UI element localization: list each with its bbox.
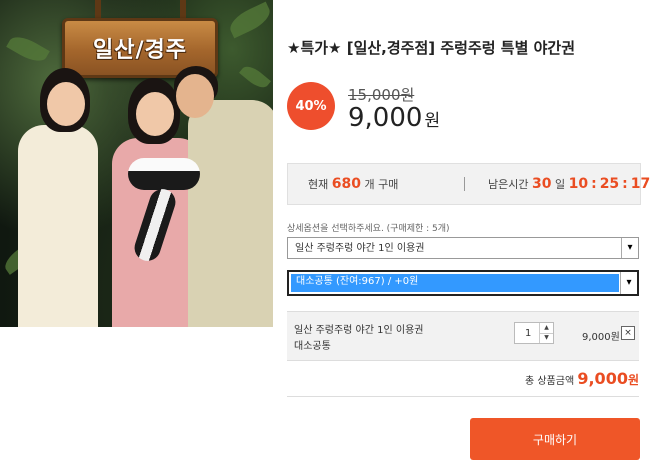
discount-badge: 40% (287, 82, 335, 130)
skunk-figure (128, 158, 200, 190)
deal-status-bar: 현재 680 개 구매 남은시간 30 일 10:25:17 (287, 163, 650, 205)
section-divider (287, 396, 639, 397)
total-label: 총 상품금액 (524, 376, 575, 387)
total-amount: 9,000 (577, 369, 628, 388)
product-title: ★특가★ [일산,경주점] 주렁주렁 특별 야간권 (287, 39, 575, 57)
status-divider (464, 177, 465, 191)
countdown-sep: : (622, 176, 628, 192)
cart-item-name: 일산 주렁주렁 야간 1인 이용권 (294, 325, 424, 336)
countdown-seconds: 17 (630, 176, 650, 192)
purchase-count-suffix: 개 구매 (364, 178, 399, 191)
age-option-value: 대소공통 (잔여:967) / +0원 (291, 274, 619, 292)
countdown-sep: : (591, 176, 597, 192)
sale-price-unit: 원 (424, 111, 441, 131)
countdown-days: 30 (531, 176, 552, 192)
option-hint: 상세옵션을 선택하주세요. (구매제한 : 5개) (287, 224, 450, 234)
chevron-down-icon[interactable]: ▾ (620, 272, 637, 294)
countdown-label: 남은시간 (488, 178, 529, 191)
quantity-value[interactable]: 1 (525, 328, 531, 339)
cart-item-price: 9,000원 (582, 332, 620, 343)
buy-button[interactable]: 구매하기 (470, 418, 640, 460)
countdown-minutes: 25 (599, 176, 620, 192)
ticket-type-select[interactable]: 일산 주렁주렁 야간 1인 이용권 ▾ (287, 237, 639, 259)
total-unit: 원 (627, 373, 639, 387)
countdown-days-unit: 일 (554, 178, 566, 191)
sale-price: 9,000 원 (348, 103, 440, 133)
sale-price-value: 9,000 (348, 103, 423, 133)
close-icon[interactable]: × (621, 326, 635, 340)
countdown-hours: 10 (568, 176, 589, 192)
purchase-count-value: 680 (331, 176, 361, 192)
quantity-stepper[interactable]: 1 ▲ ▼ (514, 322, 554, 344)
cart-item-option: 대소공통 (294, 341, 331, 352)
product-image: 일산/경주 (0, 0, 273, 327)
decrement-icon[interactable]: ▼ (539, 333, 553, 343)
total-price: 총 상품금액 9,000원 (525, 369, 639, 388)
countdown-timer: 남은시간 30 일 10:25:17 (488, 176, 650, 192)
original-price: 15,000원 (348, 86, 415, 104)
cart-item: 일산 주렁주렁 야간 1인 이용권 대소공통 1 ▲ ▼ 9,000원 × (287, 311, 639, 361)
purchase-count-label: 현재 (308, 178, 329, 191)
ticket-type-value: 일산 주렁주렁 야간 1인 이용권 (295, 243, 425, 254)
chevron-down-icon[interactable]: ▾ (621, 238, 638, 258)
purchase-count: 현재 680 개 구매 (308, 176, 398, 192)
age-option-select[interactable]: 대소공통 (잔여:967) / +0원 ▾ (287, 270, 639, 296)
